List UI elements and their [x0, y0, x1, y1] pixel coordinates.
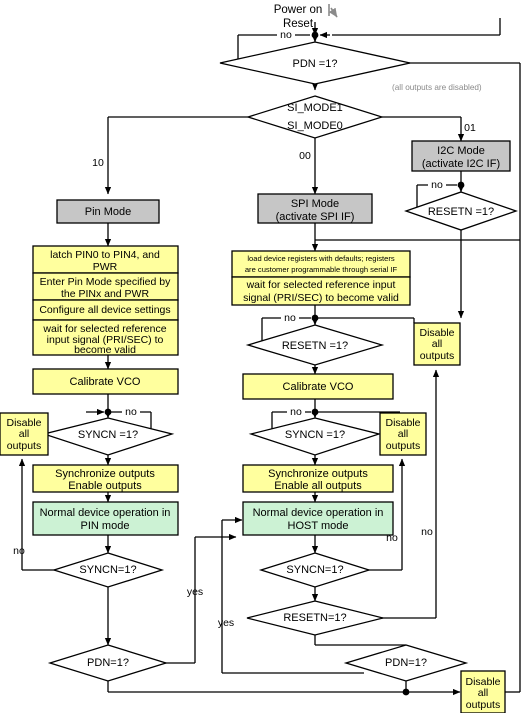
edge-label-pdn-top-no: no	[280, 29, 292, 41]
box-spi-mode-label2: (activate SPI IF)	[276, 211, 355, 223]
box-sync-host-line1: Synchronize outputs	[268, 468, 368, 480]
edge-label-si-mode-10: 10	[92, 157, 104, 169]
junction-dot-spi-resetn	[311, 314, 319, 322]
box-pin-mode-label: Pin Mode	[85, 206, 131, 218]
note-all-outputs-disabled: (all outputs are disabled)	[392, 83, 482, 92]
box-calibrate-vco-host-label: Calibrate VCO	[283, 381, 354, 393]
decision-si-mode-label1: SI_MODE1	[287, 102, 343, 114]
decision-syncn-host-cal-label: SYNCN =1?	[285, 429, 345, 441]
disable-spi-line3: outputs	[420, 350, 454, 362]
decision-resetn-host-run-label: RESETN=1?	[283, 612, 346, 624]
flowchart-canvas: Power on Reset PDN =1? (all outputs are …	[0, 0, 526, 713]
decision-si-mode-label2: SI_MODE0	[287, 120, 343, 132]
disable-spi-line2: all	[432, 338, 443, 350]
edge-label-resetn-i2c-no: no	[431, 179, 443, 191]
decision-syncn-pin-run-label: SYNCN=1?	[79, 564, 136, 576]
box-pin-step2-line1: Enter Pin Mode specified by	[40, 276, 171, 288]
box-normal-host-line2: HOST mode	[288, 520, 349, 532]
box-calibrate-vco-pin-label: Calibrate VCO	[70, 376, 141, 388]
box-pin-step2-line2: the PINx and PWR	[61, 288, 150, 300]
edge-label-pdn-host-yes: yes	[218, 617, 234, 629]
box-sync-pin-line2: Enable outputs	[68, 480, 142, 492]
decision-pdn-pin-bottom-label: PDN=1?	[87, 657, 129, 669]
edge-label-resetn-host-run-no: no	[421, 526, 433, 538]
box-normal-pin-line1: Normal device operation in	[40, 507, 171, 519]
disable-pin-line2: all	[19, 428, 30, 440]
box-pin-step1-line2: PWR	[93, 261, 118, 273]
disable-bottom-line3: outputs	[466, 699, 500, 711]
power-on-arrow-icon	[328, 4, 338, 18]
junction-dot-pin-syncn	[104, 408, 112, 416]
decision-resetn-i2c-label: RESETN =1?	[428, 206, 494, 218]
box-spi-step1-line2: are customer programmable through serial…	[245, 265, 398, 274]
decision-syncn-pin-cal-label: SYNCN =1?	[78, 429, 138, 441]
edge-label-pdn-pin-yes: yes	[187, 586, 203, 598]
junction-dot-i2c	[457, 181, 465, 189]
start-label-line1: Power on	[274, 4, 323, 16]
edge-label-syncn-host-run-no: no	[386, 532, 398, 544]
edge-label-syncn-pin-run-no: no	[13, 545, 25, 557]
edge-label-syncn-pin-cal-no: no	[125, 406, 137, 418]
box-pin-step1-line1: latch PIN0 to PIN4, and	[50, 249, 160, 261]
box-spi-step1-line1: load device registers with defaults; reg…	[247, 254, 395, 263]
decision-pdn-top-label: PDN =1?	[293, 58, 338, 70]
disable-pin-line3: outputs	[7, 440, 41, 452]
decision-resetn-spi-label: RESETN =1?	[282, 340, 348, 352]
edge-label-syncn-host-cal-no: no	[290, 406, 302, 418]
box-sync-host-line2: Enable all outputs	[274, 480, 362, 492]
disable-host-line2: all	[398, 428, 409, 440]
decision-syncn-host-run-label: SYNCN=1?	[286, 564, 343, 576]
box-sync-pin-line1: Synchronize outputs	[55, 468, 155, 480]
box-pin-step3-label: Configure all device settings	[39, 304, 170, 316]
edge-label-resetn-spi-no: no	[284, 312, 296, 324]
box-normal-pin-line2: PIN mode	[81, 520, 130, 532]
edge-label-si-mode-00: 00	[299, 150, 311, 162]
box-normal-host-line1: Normal device operation in	[253, 507, 384, 519]
box-i2c-mode-label1: I2C Mode	[437, 145, 485, 157]
flowchart-svg: Power on Reset PDN =1? (all outputs are …	[0, 4, 521, 713]
box-spi-step2-line1: wait for selected reference input	[246, 279, 396, 291]
box-pin-step4-line3: become valid	[74, 344, 136, 356]
disable-bottom-line2: all	[478, 687, 489, 699]
edge-label-si-mode-01: 01	[464, 122, 476, 134]
disable-host-line3: outputs	[386, 440, 420, 452]
box-spi-mode-label1: SPI Mode	[291, 198, 339, 210]
box-spi-step2-line2: signal (PRI/SEC) to become valid	[243, 292, 399, 304]
junction-dot-top	[311, 31, 319, 39]
decision-pdn-host-bottom-label: PDN=1?	[385, 657, 427, 669]
box-i2c-mode-label2: (activate I2C IF)	[422, 158, 500, 170]
